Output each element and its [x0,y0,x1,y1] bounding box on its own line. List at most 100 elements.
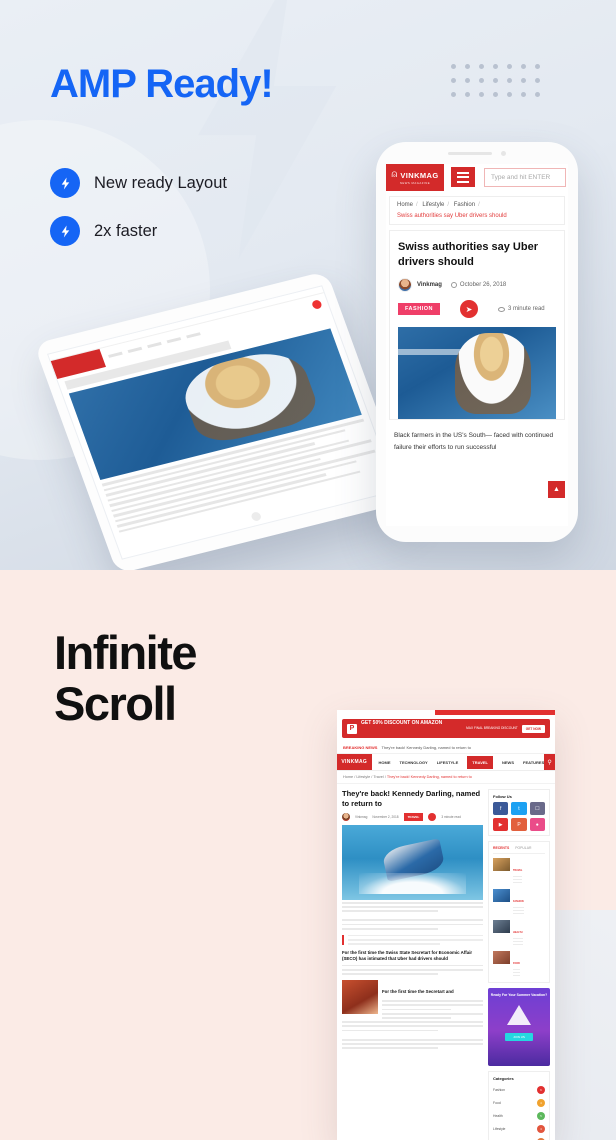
list-item[interactable]: FASHION [493,888,545,916]
article-author[interactable]: Vinkmag [355,815,367,819]
post-thumbnail [493,919,510,933]
category-count: 6 [537,1086,545,1095]
breadcrumb-item[interactable]: Lifestyle [422,202,444,208]
browser-main: They're back! Kennedy Darling, named to … [337,784,555,1140]
list-item[interactable]: HEALTH [493,919,545,947]
youtube-icon[interactable]: ▶ [493,818,509,831]
browser-brand-logo[interactable]: VINKMAG [337,754,372,770]
breaking-news-text[interactable]: They're back! Kennedy Darling, named to … [381,745,470,750]
article-date: October 26, 2018 [450,282,506,289]
article-meta: Vinkmag November 2, 2018 TRAVEL 3 minute… [342,812,483,821]
hamburger-menu-icon[interactable] [451,167,475,187]
dribbble-icon[interactable]: ● [529,818,545,831]
category-row[interactable]: Fashion 6 [493,1084,545,1097]
promo-banner[interactable]: Ready For Your Summer Vacation? JOIN US [488,987,550,1066]
phone-brand-logo[interactable]: ⍝ VINKMAG NEWS MAGAZINE [386,164,444,191]
category-row[interactable]: Lifestyle 4 [493,1123,545,1136]
nav-item-news[interactable]: NEWS [502,760,514,765]
twitter-icon[interactable]: t [511,802,527,815]
tablet-home-button [250,511,263,522]
article-headline: They're back! Kennedy Darling, named to … [342,789,481,808]
list-item[interactable]: TRAVEL [493,858,545,885]
page-title: Infinite Scroll [54,626,198,730]
brand-mark-icon: ⍝ [391,169,398,180]
pinterest-icon[interactable]: P [511,818,527,831]
article-column: They're back! Kennedy Darling, named to … [342,789,483,1140]
title-line-1: Infinite [54,626,198,679]
breadcrumb-separator: / [416,202,418,208]
phone-speaker [448,151,492,156]
recent-posts-widget: RECENTS POPULAR TRAVEL FASHION HEALTH FO… [488,841,550,983]
share-icon[interactable]: ➤ [459,300,478,319]
breadcrumb-current: They're back! Kennedy Darling, named to … [386,775,472,779]
browser-mockup: P GET 50% DISCOUNT ON AMAZON Go to Amazo… [337,710,555,1140]
phone-mockup: ⍝ VINKMAG NEWS MAGAZINE Type and hit ENT… [376,142,578,542]
instagram-icon[interactable]: ☐ [529,802,545,815]
search-icon[interactable]: ⚲ [544,754,555,770]
phone-header: ⍝ VINKMAG NEWS MAGAZINE Type and hit ENT… [386,164,568,191]
article-hero-image [398,327,556,420]
list-item[interactable]: FOOD [493,950,545,978]
share-icon[interactable] [428,812,437,821]
category-row[interactable]: Travel 6 [493,1136,545,1140]
widget-title: Categories [493,1075,514,1081]
amp-title: AMP Ready! [50,62,274,106]
bolt-icon [50,216,80,246]
category-count: 5 [537,1112,545,1121]
category-row[interactable]: Food 4 [493,1097,545,1110]
nav-item-lifestyle[interactable]: LIFESTYLE [437,760,459,765]
nav-item-travel[interactable]: TRAVEL [467,755,493,769]
nav-item-home[interactable]: HOME [379,760,391,765]
read-time: 3 minute read [497,306,545,312]
breadcrumb-item[interactable]: Home [397,202,413,208]
amp-feature-list: New ready Layout 2x faster [50,168,227,264]
browser-navbar: VINKMAG HOME TECHNOLOGY LIFESTYLE TRAVEL… [337,754,555,771]
category-badge[interactable]: TRAVEL [403,812,424,821]
nav-item-features[interactable]: FEATURES [523,760,544,765]
promo-cta-button[interactable]: JOIN US [505,1033,533,1042]
facebook-icon[interactable]: f [493,802,509,815]
follow-us-widget: Follow Us f t ☐ ▶ P ● [488,789,550,836]
breadcrumb: Home / Lifestyle / Fashion / Swiss authorit… [389,196,565,225]
breadcrumb-separator: / [478,202,480,208]
feature-item: 2x faster [50,216,227,246]
feature-label: 2x faster [94,221,158,240]
post-thumbnail [493,858,510,871]
article-hero-image [342,824,483,900]
ad-banner[interactable]: P GET 50% DISCOUNT ON AMAZON Go to Amazo… [342,719,550,738]
tab-recents[interactable]: RECENTS [493,846,509,850]
phone-notch [448,151,506,156]
chevron-up-icon[interactable]: ▲ [548,481,565,498]
breadcrumb-item[interactable]: Fashion [454,202,475,208]
title-line-2: Scroll [54,676,177,730]
category-badge[interactable]: FASHION [398,303,440,316]
category-name: Fashion [493,1088,506,1093]
category-count: 4 [537,1125,545,1134]
article-body: For the first time the Swiss State Secre… [342,901,483,1049]
category-row[interactable]: Health 5 [493,1110,545,1123]
clock-icon [450,282,457,289]
search-input[interactable]: Type and hit ENTER [484,168,566,187]
widget-title: Follow Us [493,794,512,799]
water-spray-shape [358,872,467,894]
avatar [398,278,412,293]
breaking-news-label: BREAKING NEWS [343,745,378,750]
phone-camera-icon [501,151,506,156]
breadcrumb-item[interactable]: Home [343,775,353,779]
amp-ready-section: AMP Ready! New ready Layout 2x faster ⍝ … [0,0,616,570]
breadcrumb-item[interactable]: Lifestyle [356,775,370,779]
article-meta-secondary: FASHION ➤ 3 minute read [398,300,556,319]
social-links: f t ☐ ▶ P ● [493,802,545,831]
brand-tagline: NEWS MAGAZINE [399,181,431,185]
blockquote [342,934,483,945]
category-name: Health [493,1114,503,1119]
nav-item-technology[interactable]: TECHNOLOGY [400,760,428,765]
breadcrumb-item[interactable]: Travel [373,775,383,779]
post-category: TRAVEL [513,869,523,872]
ad-cta-button[interactable]: GET NOW [521,724,545,733]
tab-popular[interactable]: POPULAR [515,846,531,850]
browser-sidebar: Follow Us f t ☐ ▶ P ● RECENTS POPULAR TR… [488,789,550,1140]
avatar [342,812,350,821]
article-author[interactable]: Vinkmag [417,282,442,288]
browser-top-strip [435,710,555,715]
